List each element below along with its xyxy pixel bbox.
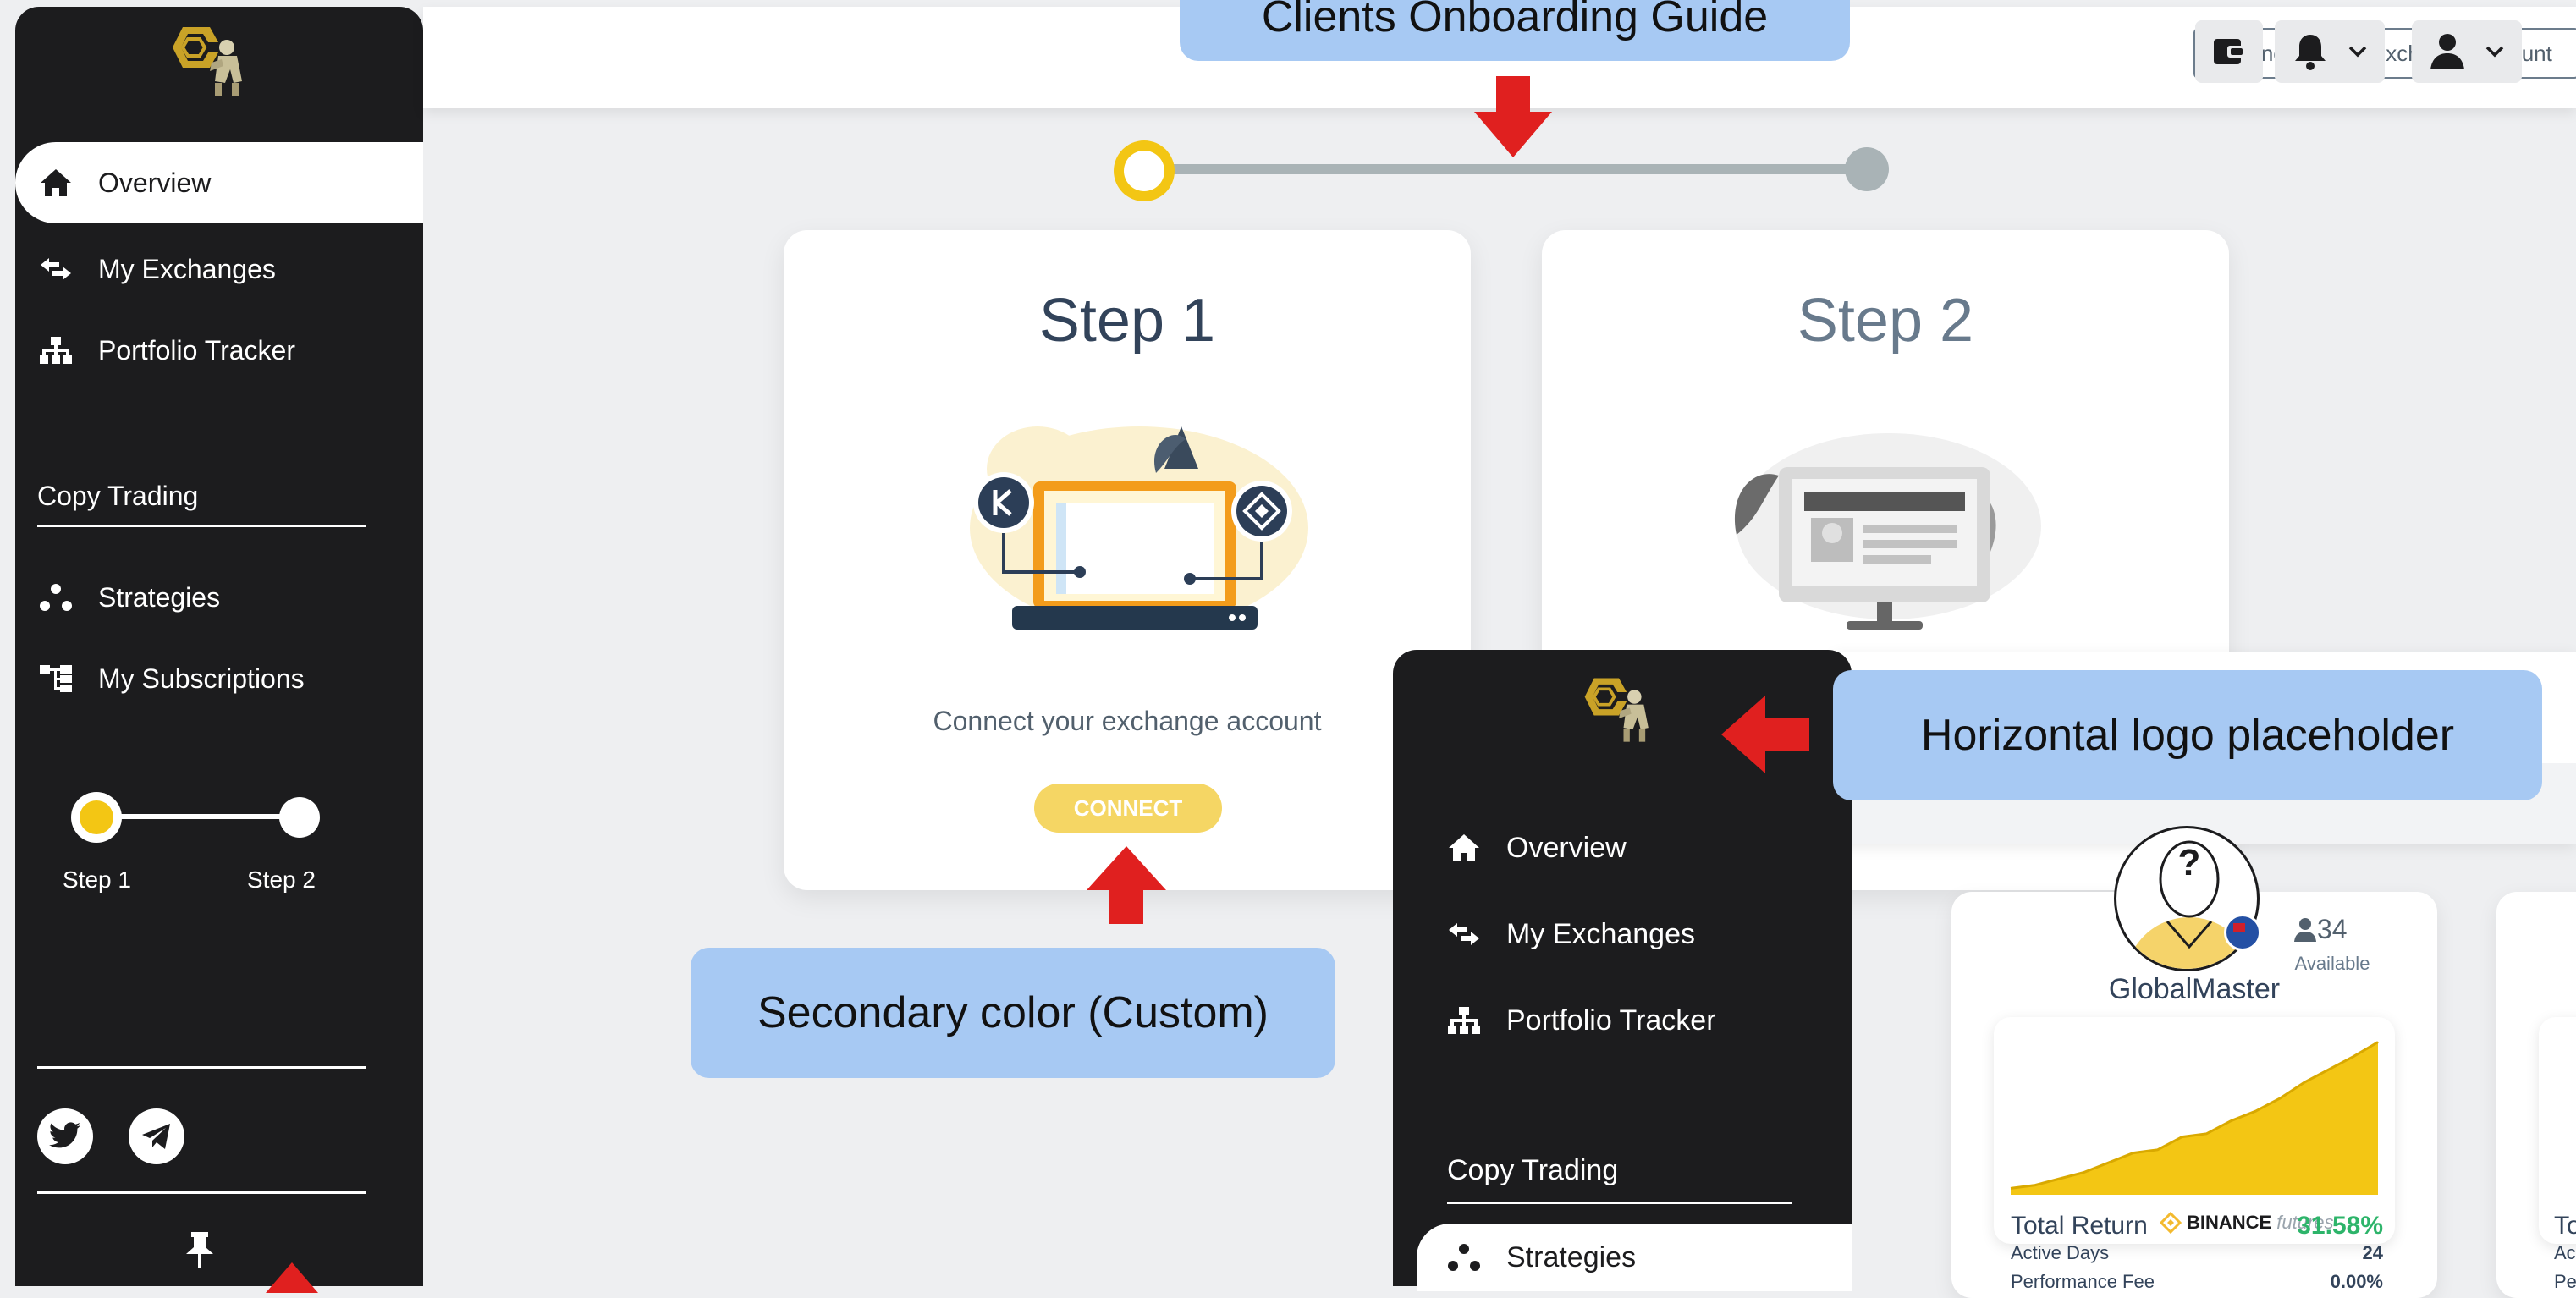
overlay-item-portfolio-tracker[interactable]: Portfolio Tracker (1393, 978, 1852, 1063)
overlay-item-label: Strategies (1506, 1240, 1637, 1273)
connect-button[interactable]: CONNECT (1034, 784, 1222, 833)
active-days-value: 24 (2362, 1242, 2383, 1263)
progress-track (96, 814, 291, 819)
laptop-illustration (970, 426, 1308, 630)
sidebar-item-portfolio-tracker[interactable]: Portfolio Tracker (15, 310, 423, 391)
onboarding-step-1-dot[interactable] (1114, 140, 1175, 201)
overlay-copy-trading-heading: Copy Trading (1447, 1154, 1619, 1186)
callout-arrow-up-icon (266, 1262, 318, 1293)
overlay-item-label: Overview (1506, 831, 1627, 864)
overlay-item-my-exchanges[interactable]: My Exchanges (1393, 892, 1852, 976)
sitemap-icon (37, 332, 74, 369)
monitor-illustration (1735, 433, 2041, 630)
section-divider (37, 1191, 366, 1194)
overlay-item-strategies[interactable]: Strategies (1417, 1224, 1852, 1291)
flag-icon (2224, 914, 2261, 951)
home-icon (1445, 829, 1483, 866)
total-return-value: 31.58% (2297, 1212, 2383, 1240)
exchange-arrows-icon (37, 250, 74, 288)
wallet-button[interactable] (2195, 20, 2263, 83)
strategies-dots-icon (1445, 1239, 1483, 1276)
callout-secondary-color: Secondary color (Custom) (691, 948, 1335, 1078)
bell-icon (2295, 35, 2326, 70)
sidebar-item-label: Portfolio Tracker (98, 334, 295, 366)
sidebar-item-my-exchanges[interactable]: My Exchanges (15, 228, 423, 310)
available-label: Available (2294, 953, 2370, 974)
available-count: 34 (2293, 914, 2395, 945)
step-1-card: Step 1 Connect your exchange account CON… (784, 230, 1471, 890)
sidebar-item-overview[interactable]: Overview (15, 142, 423, 223)
sitemap-icon (1445, 1002, 1483, 1039)
performance-fee-label: Performance Fee (2011, 1271, 2155, 1292)
callout-arrow-left-icon (1721, 696, 1809, 773)
twitter-icon[interactable] (37, 1108, 93, 1164)
sidebar-item-label: Strategies (98, 581, 221, 613)
user-icon (2294, 917, 2316, 942)
main-sidebar: Overview My Exchanges Portfolio Tracker … (15, 7, 423, 1293)
overlay-item-overview[interactable]: Overview (1393, 806, 1852, 890)
subscriptions-icon (37, 660, 74, 697)
onboarding-progress-track (1139, 164, 1867, 174)
chevron-down-icon (2485, 46, 2504, 58)
overlay-item-label: My Exchanges (1506, 917, 1695, 950)
callout-logo-placeholder: Horizontal logo placeholder (1833, 670, 2542, 800)
sidebar-item-label: My Exchanges (98, 253, 276, 284)
exchange-arrows-icon (1445, 916, 1483, 953)
sidebar-item-label: Overview (98, 167, 212, 198)
partial-total-return-label: To (2554, 1212, 2576, 1240)
callout-onboarding-guide: Clients Onboarding Guide (1180, 0, 1850, 61)
brand-logo-icon (173, 27, 242, 96)
callout-arrow-down-icon (1474, 76, 1552, 157)
home-icon (37, 164, 74, 201)
binance-icon (2160, 1212, 2182, 1234)
telegram-icon[interactable] (129, 1108, 184, 1164)
sidebar-logo[interactable] (15, 7, 423, 135)
strategy-name: GlobalMaster (2108, 973, 2281, 1005)
callout-arrow-up-icon (1087, 846, 1166, 924)
pin-icon[interactable] (181, 1230, 218, 1271)
sidebar-item-my-subscriptions[interactable]: My Subscriptions (15, 638, 423, 719)
chart-area (2011, 1042, 2378, 1195)
wallet-icon (2214, 39, 2244, 64)
step-1-title: Step 1 (1038, 287, 1216, 355)
performance-fee-value: 0.00% (2330, 1271, 2383, 1292)
sidebar-item-label: My Subscriptions (98, 663, 305, 694)
total-return-label: Total Return (2011, 1212, 2148, 1240)
notifications-button[interactable] (2275, 20, 2385, 83)
avatar-glyph: ? (2177, 842, 2201, 883)
step-1-text: Connect your exchange account (933, 706, 1322, 736)
progress-step-2-dot[interactable] (279, 797, 320, 838)
progress-step-2-label: Step 2 (247, 866, 316, 893)
performance-chart-svg (2010, 1041, 2379, 1195)
step-2-title: Step 2 (1797, 287, 1974, 355)
strategies-dots-icon (37, 579, 74, 616)
performance-chart: BINANCE futures (1994, 1017, 2395, 1244)
performance-chart (2539, 1017, 2576, 1244)
user-icon (2430, 34, 2464, 69)
partial-performance-fee-label: Pe (2554, 1271, 2576, 1292)
brand-logo-icon (1584, 678, 1649, 742)
copy-trading-heading: Copy Trading (37, 481, 199, 511)
progress-step-1-label: Step 1 (63, 866, 131, 893)
sidebar-item-strategies[interactable]: Strategies (15, 557, 423, 638)
strategy-card-partial[interactable]: To Ac Pe (2496, 892, 2576, 1298)
progress-step-1-dot[interactable] (71, 792, 122, 843)
overlay-item-label: Portfolio Tracker (1506, 1004, 1716, 1037)
section-divider (37, 525, 366, 527)
user-menu-button[interactable] (2412, 20, 2522, 83)
section-divider (37, 1066, 366, 1069)
active-days-label: Active Days (2011, 1242, 2110, 1263)
onboarding-step-2-dot[interactable] (1845, 147, 1889, 191)
partial-active-days-label: Ac (2554, 1242, 2576, 1263)
chevron-down-icon (2348, 46, 2367, 58)
sidebar-progress (71, 792, 325, 843)
section-divider (1447, 1202, 1792, 1204)
